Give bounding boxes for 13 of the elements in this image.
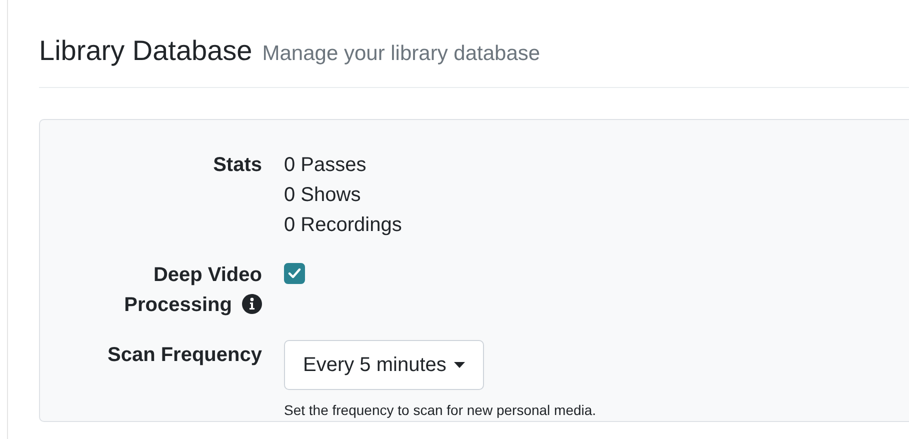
help-text: Set the frequency to scan for new personal media. [284, 401, 596, 420]
stat-text: 0 Passes [284, 153, 368, 178]
frequency-dropdown[interactable]: Every 5 minutes [284, 340, 484, 390]
stat-text: 0 Shows [284, 183, 362, 208]
check-icon [288, 268, 301, 279]
field-label: Deep Video Processing [124, 264, 262, 316]
page-subtitle: Manage your library database [262, 41, 540, 67]
stat-text: 0 Recordings [284, 213, 402, 238]
page-title: Library Database [39, 34, 252, 68]
field-label: Scan Frequency [107, 344, 262, 366]
caret-icon [454, 362, 466, 368]
checkbox[interactable] [284, 263, 305, 284]
field-label: Stats [213, 154, 262, 176]
